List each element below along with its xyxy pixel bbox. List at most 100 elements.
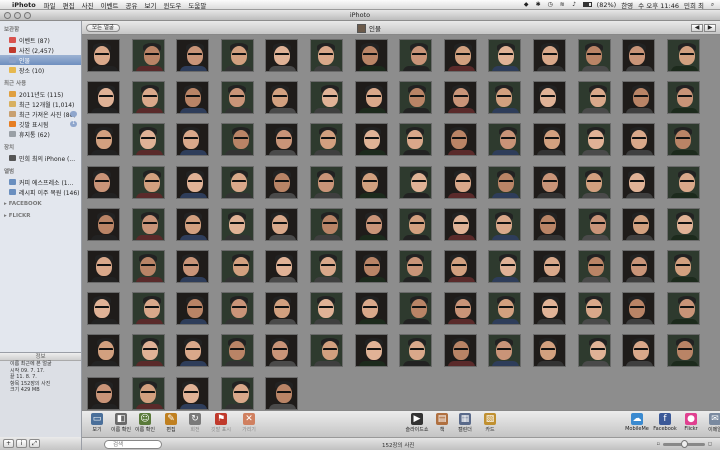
face-photo[interactable] bbox=[220, 165, 254, 199]
face-photo[interactable] bbox=[265, 81, 299, 115]
sidebar-item-album-recipe[interactable]: 레시피 이주 목원 (146) bbox=[0, 187, 81, 197]
face-photo[interactable] bbox=[399, 334, 433, 368]
face-photo[interactable] bbox=[532, 292, 566, 326]
face-photo[interactable] bbox=[532, 123, 566, 157]
face-photo[interactable] bbox=[220, 249, 254, 283]
face-photo[interactable] bbox=[488, 39, 522, 72]
face-photo[interactable] bbox=[488, 207, 522, 241]
face-photo[interactable] bbox=[488, 81, 522, 115]
library-header[interactable]: 보관함 bbox=[0, 21, 81, 35]
zoom-window-button[interactable] bbox=[24, 12, 31, 19]
face-photo[interactable] bbox=[443, 334, 477, 368]
confirm-name-button[interactable]: ◧ 이름 확인 bbox=[108, 413, 134, 433]
timemachine-icon[interactable]: ◷ bbox=[547, 1, 554, 8]
face-photo[interactable] bbox=[532, 249, 566, 283]
flickr-button[interactable]: ● Flickr bbox=[678, 413, 704, 432]
recent-header[interactable]: 최근 사용 bbox=[0, 75, 81, 89]
face-photo[interactable] bbox=[220, 207, 254, 241]
face-photo[interactable] bbox=[532, 81, 566, 115]
calendar-button[interactable]: ▦ 캘린더 bbox=[452, 413, 478, 433]
sidebar-item-flagged[interactable]: 깃발 표시됨 1 bbox=[0, 119, 81, 129]
menu-event[interactable]: 이벤트 bbox=[101, 0, 119, 10]
slideshow-button[interactable]: ▶ 슬라이드쇼 bbox=[404, 413, 430, 433]
face-photo[interactable] bbox=[443, 123, 477, 157]
face-photo[interactable] bbox=[131, 39, 165, 72]
hide-button[interactable]: ✕ 가리기 bbox=[236, 413, 262, 433]
email-button[interactable]: ✉ 이메일 bbox=[702, 413, 720, 433]
face-photo[interactable] bbox=[309, 249, 343, 283]
search-input[interactable] bbox=[104, 440, 162, 449]
face-photo[interactable] bbox=[488, 165, 522, 199]
face-photo[interactable] bbox=[577, 292, 611, 326]
face-photo[interactable] bbox=[131, 81, 165, 115]
flickr-header[interactable]: ▸ FLICKR bbox=[0, 209, 81, 221]
sidebar-item-places[interactable]: 장소 (10) bbox=[0, 65, 81, 75]
face-photo[interactable] bbox=[443, 81, 477, 115]
face-photo[interactable] bbox=[666, 292, 700, 326]
face-photo[interactable] bbox=[488, 334, 522, 368]
albums-header[interactable]: 앨범 bbox=[0, 163, 81, 177]
face-photo[interactable] bbox=[309, 165, 343, 199]
face-photo[interactable] bbox=[265, 123, 299, 157]
face-photo[interactable] bbox=[666, 123, 700, 157]
menu-window[interactable]: 윈도우 bbox=[163, 0, 181, 10]
face-photo[interactable] bbox=[399, 292, 433, 326]
face-photo[interactable] bbox=[265, 249, 299, 283]
face-photo[interactable] bbox=[399, 123, 433, 157]
face-photo[interactable] bbox=[577, 81, 611, 115]
face-photo[interactable] bbox=[354, 165, 388, 199]
face-photo[interactable] bbox=[309, 81, 343, 115]
face-photo[interactable] bbox=[354, 81, 388, 115]
sidebar-item-last-import[interactable]: 최근 가져온 사진 (80) bbox=[0, 109, 81, 119]
face-photo[interactable] bbox=[443, 165, 477, 199]
face-photo[interactable] bbox=[265, 376, 299, 410]
rotate-button[interactable]: ↻ 회전 bbox=[182, 413, 208, 433]
menu-help[interactable]: 도움말 bbox=[188, 0, 206, 10]
sidebar-item-trash[interactable]: 휴지통 (62) bbox=[0, 129, 81, 139]
face-photo[interactable] bbox=[399, 81, 433, 115]
volume-icon[interactable]: ♪ bbox=[571, 1, 578, 8]
sidebar-item-iphone[interactable]: 민희 최의 iPhone (... bbox=[0, 153, 81, 163]
sidebar-item-faces[interactable]: 인물 bbox=[0, 55, 81, 65]
face-photo[interactable] bbox=[131, 334, 165, 368]
face-photo[interactable] bbox=[443, 249, 477, 283]
input-source[interactable]: 한영 bbox=[621, 0, 633, 10]
clock[interactable]: 수 오후 11:46 bbox=[638, 0, 679, 10]
face-photo[interactable] bbox=[220, 334, 254, 368]
face-photo[interactable] bbox=[666, 249, 700, 283]
face-photo[interactable] bbox=[532, 39, 566, 72]
face-photo[interactable] bbox=[354, 292, 388, 326]
face-photo[interactable] bbox=[87, 81, 120, 115]
face-photo[interactable] bbox=[131, 207, 165, 241]
sidebar-item-album-coffee[interactable]: 커피 에스프레소 (1... bbox=[0, 177, 81, 187]
face-photo[interactable] bbox=[265, 292, 299, 326]
face-photo[interactable] bbox=[176, 81, 210, 115]
view-info-button[interactable]: ▭ 보기 bbox=[84, 413, 110, 433]
face-photo[interactable] bbox=[131, 292, 165, 326]
face-photo[interactable] bbox=[220, 292, 254, 326]
face-photo[interactable] bbox=[399, 249, 433, 283]
wifi-icon[interactable]: ≋ bbox=[559, 1, 566, 8]
fullscreen-button[interactable]: ⤢ bbox=[29, 439, 40, 448]
face-photo[interactable] bbox=[622, 123, 656, 157]
face-photo[interactable] bbox=[354, 334, 388, 368]
face-photo[interactable] bbox=[220, 123, 254, 157]
face-photo[interactable] bbox=[131, 123, 165, 157]
face-photo[interactable] bbox=[399, 39, 433, 72]
face-photo[interactable] bbox=[488, 292, 522, 326]
face-photo[interactable] bbox=[443, 292, 477, 326]
face-photo[interactable] bbox=[666, 165, 700, 199]
bluetooth-icon[interactable]: ✱ bbox=[535, 1, 542, 8]
face-photo[interactable] bbox=[577, 123, 611, 157]
facebook-button[interactable]: f Facebook bbox=[652, 413, 678, 432]
dropbox-icon[interactable]: ◆ bbox=[523, 1, 530, 8]
face-photo[interactable] bbox=[622, 81, 656, 115]
face-photo[interactable] bbox=[87, 292, 120, 326]
face-photo[interactable] bbox=[176, 249, 210, 283]
face-photo[interactable] bbox=[265, 207, 299, 241]
menu-view[interactable]: 보기 bbox=[145, 0, 157, 10]
face-photo[interactable] bbox=[622, 249, 656, 283]
face-photo[interactable] bbox=[309, 39, 343, 72]
face-photo[interactable] bbox=[622, 39, 656, 72]
spotlight-icon[interactable]: ⌕ bbox=[709, 1, 716, 8]
